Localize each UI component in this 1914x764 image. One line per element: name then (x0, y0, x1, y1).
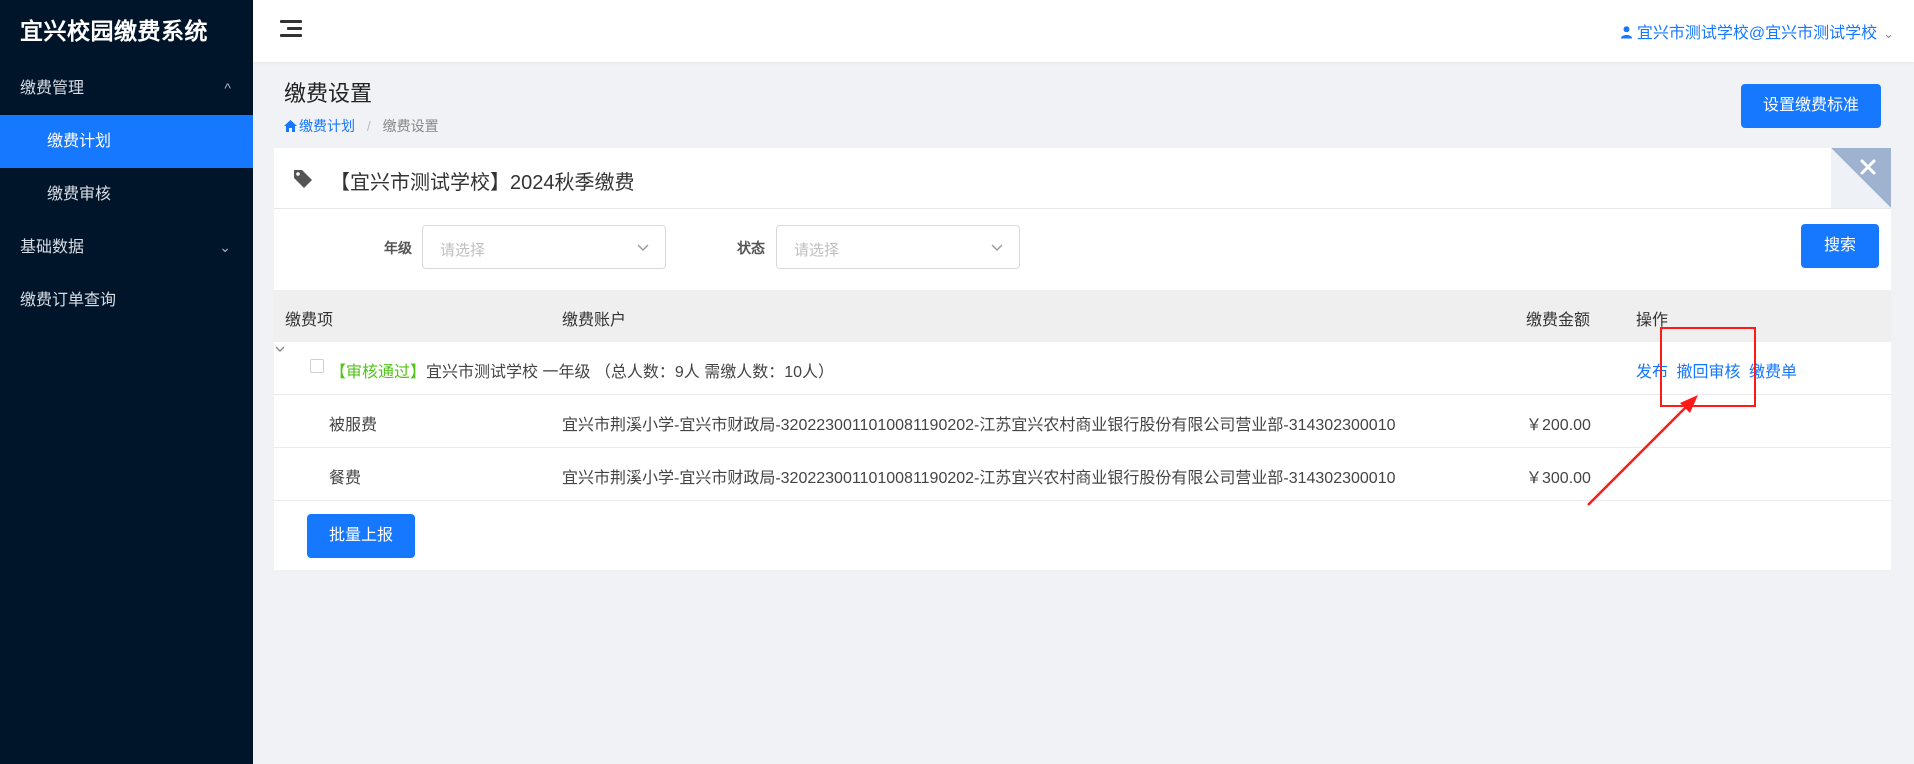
card-title: 【宜兴市测试学校】2024秋季缴费 (330, 172, 635, 194)
breadcrumb: 缴费计划 / 缴费设置 (284, 116, 439, 136)
fee-account: 宜兴市荆溪小学-宜兴市财政局-320223001101008119020​2-江… (562, 417, 1396, 434)
fee-account: 宜兴市荆溪小学-宜兴市财政局-320223001101008119020​2-江… (562, 470, 1396, 487)
grade-placeholder: 请选择 (440, 242, 486, 259)
search-button[interactable]: 搜索 (1801, 224, 1879, 268)
hamburger-icon[interactable] (280, 20, 302, 40)
app-title: 宜兴校园缴费系统 (20, 18, 208, 44)
close-icon[interactable] (1831, 148, 1891, 208)
home-icon (284, 120, 297, 132)
set-fee-standard-button[interactable]: 设置缴费标准 (1741, 84, 1881, 128)
sidebar-item-label: 缴费订单查询 (20, 292, 117, 309)
fee-item: 被服费 (329, 417, 378, 434)
sidebar-item-payment-plan[interactable]: 缴费计划 (0, 115, 253, 168)
sidebar-item-label: 缴费计划 (47, 133, 112, 150)
grade-label: 年级 (384, 240, 412, 256)
expand-icon[interactable] (274, 343, 286, 355)
top-bar: 宜兴市测试学校@宜兴市测试学校 ⌄ (253, 0, 1914, 62)
tag-icon (294, 170, 312, 188)
user-name: 宜兴市测试学校@宜兴市测试学校 (1636, 25, 1878, 42)
header-item: 缴费项 (285, 312, 334, 329)
payment-bill-link[interactable]: 缴费单 (1749, 364, 1797, 381)
table-header: 缴费项 缴费账户 缴费金额 操作 (274, 290, 1891, 342)
user-menu[interactable]: 宜兴市测试学校@宜兴市测试学校 ⌄ (1620, 19, 1894, 43)
header-account: 缴费账户 (562, 312, 627, 329)
status-label: 状态 (737, 240, 765, 256)
breadcrumb-home-link[interactable]: 缴费计划 (284, 118, 359, 134)
sidebar-item-label: 缴费审核 (47, 186, 112, 203)
sidebar-item-payment-management[interactable]: 缴费管理 ^ (0, 62, 253, 115)
chevron-down-icon: ⌄ (1883, 26, 1894, 41)
sidebar-item-order-query[interactable]: 缴费订单查询 (0, 274, 253, 327)
person-icon (1620, 26, 1632, 39)
chevron-down-icon (991, 244, 1003, 251)
card-header: 【宜兴市测试学校】2024秋季缴费 (274, 148, 1891, 209)
arrow-annotation (1587, 395, 1698, 506)
grade-select[interactable]: 请选择 (422, 225, 666, 269)
sidebar-item-label: 缴费管理 (20, 80, 85, 97)
sidebar: 宜兴校园缴费系统 缴费管理 ^ 缴费计划 缴费审核 基础数据 ⌄ 缴费订单查询 (0, 0, 253, 764)
row-checkbox[interactable] (310, 359, 324, 373)
page-title: 缴费设置 (284, 81, 373, 106)
group-description: 宜兴市测试学校 一年级 （总人数：9人 需缴人数：10人） (426, 364, 835, 381)
header-amount: 缴费金额 (1526, 312, 1591, 329)
fee-item: 餐费 (329, 470, 362, 487)
batch-report-button[interactable]: 批量上报 (307, 514, 415, 558)
chevron-down-icon (637, 244, 649, 251)
sidebar-item-payment-review[interactable]: 缴费审核 (0, 168, 253, 221)
chevron-down-icon: ⌄ (219, 239, 231, 255)
status-placeholder: 请选择 (794, 242, 840, 259)
sidebar-item-label: 基础数据 (20, 239, 85, 256)
breadcrumb-separator: / (366, 118, 371, 134)
chevron-up-icon: ^ (224, 80, 231, 96)
status-badge: 【审核通过】 (330, 364, 427, 381)
status-select[interactable]: 请选择 (776, 225, 1020, 269)
group-info: 【审核通过】宜兴市测试学校 一年级 （总人数：9人 需缴人数：10人） (330, 358, 834, 382)
sidebar-item-basic-data[interactable]: 基础数据 ⌄ (0, 221, 253, 274)
breadcrumb-current: 缴费设置 (382, 118, 439, 134)
